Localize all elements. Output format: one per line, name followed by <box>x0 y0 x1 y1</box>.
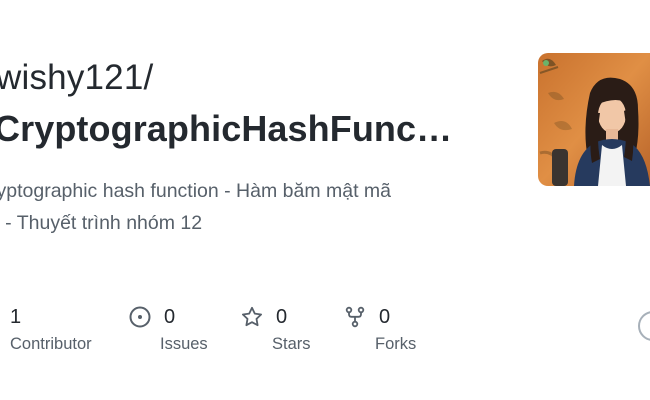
repo-forked-icon <box>343 305 367 329</box>
issues-label: Issues <box>160 335 208 353</box>
issues-count: 0 <box>164 305 176 328</box>
repo-description-line-1: ryptographic hash function - Hàm băm mật… <box>0 180 392 202</box>
stat-forks[interactable]: 0 Forks <box>343 300 416 354</box>
issue-opened-icon <box>128 305 152 329</box>
repo-name[interactable]: CryptographicHashFunc… <box>0 108 452 150</box>
repo-description-line-2: c - Thuyết trình nhóm 12 <box>0 212 203 234</box>
repo-stats: 1 Contributor 0 Issues 0 Stars 0 Forks <box>0 300 650 370</box>
stat-contributors[interactable]: 1 Contributor <box>10 300 92 354</box>
contributors-count: 1 <box>10 305 22 328</box>
stat-stars[interactable]: 0 Stars <box>240 300 311 354</box>
owner-avatar[interactable] <box>538 53 650 186</box>
contributors-label: Contributor <box>10 335 92 353</box>
owner-avatar-image <box>538 53 650 186</box>
repo-description: ryptographic hash function - Hàm băm mật… <box>0 175 490 239</box>
forks-count: 0 <box>379 305 391 328</box>
stat-issues[interactable]: 0 Issues <box>128 300 208 354</box>
stars-label: Stars <box>272 335 311 353</box>
forks-label: Forks <box>375 335 417 353</box>
repo-social-card: wishy121/ CryptographicHashFunc… ryptogr… <box>0 0 650 400</box>
stars-count: 0 <box>276 305 288 328</box>
repo-owner[interactable]: wishy121/ <box>0 58 153 98</box>
star-icon <box>240 305 264 329</box>
